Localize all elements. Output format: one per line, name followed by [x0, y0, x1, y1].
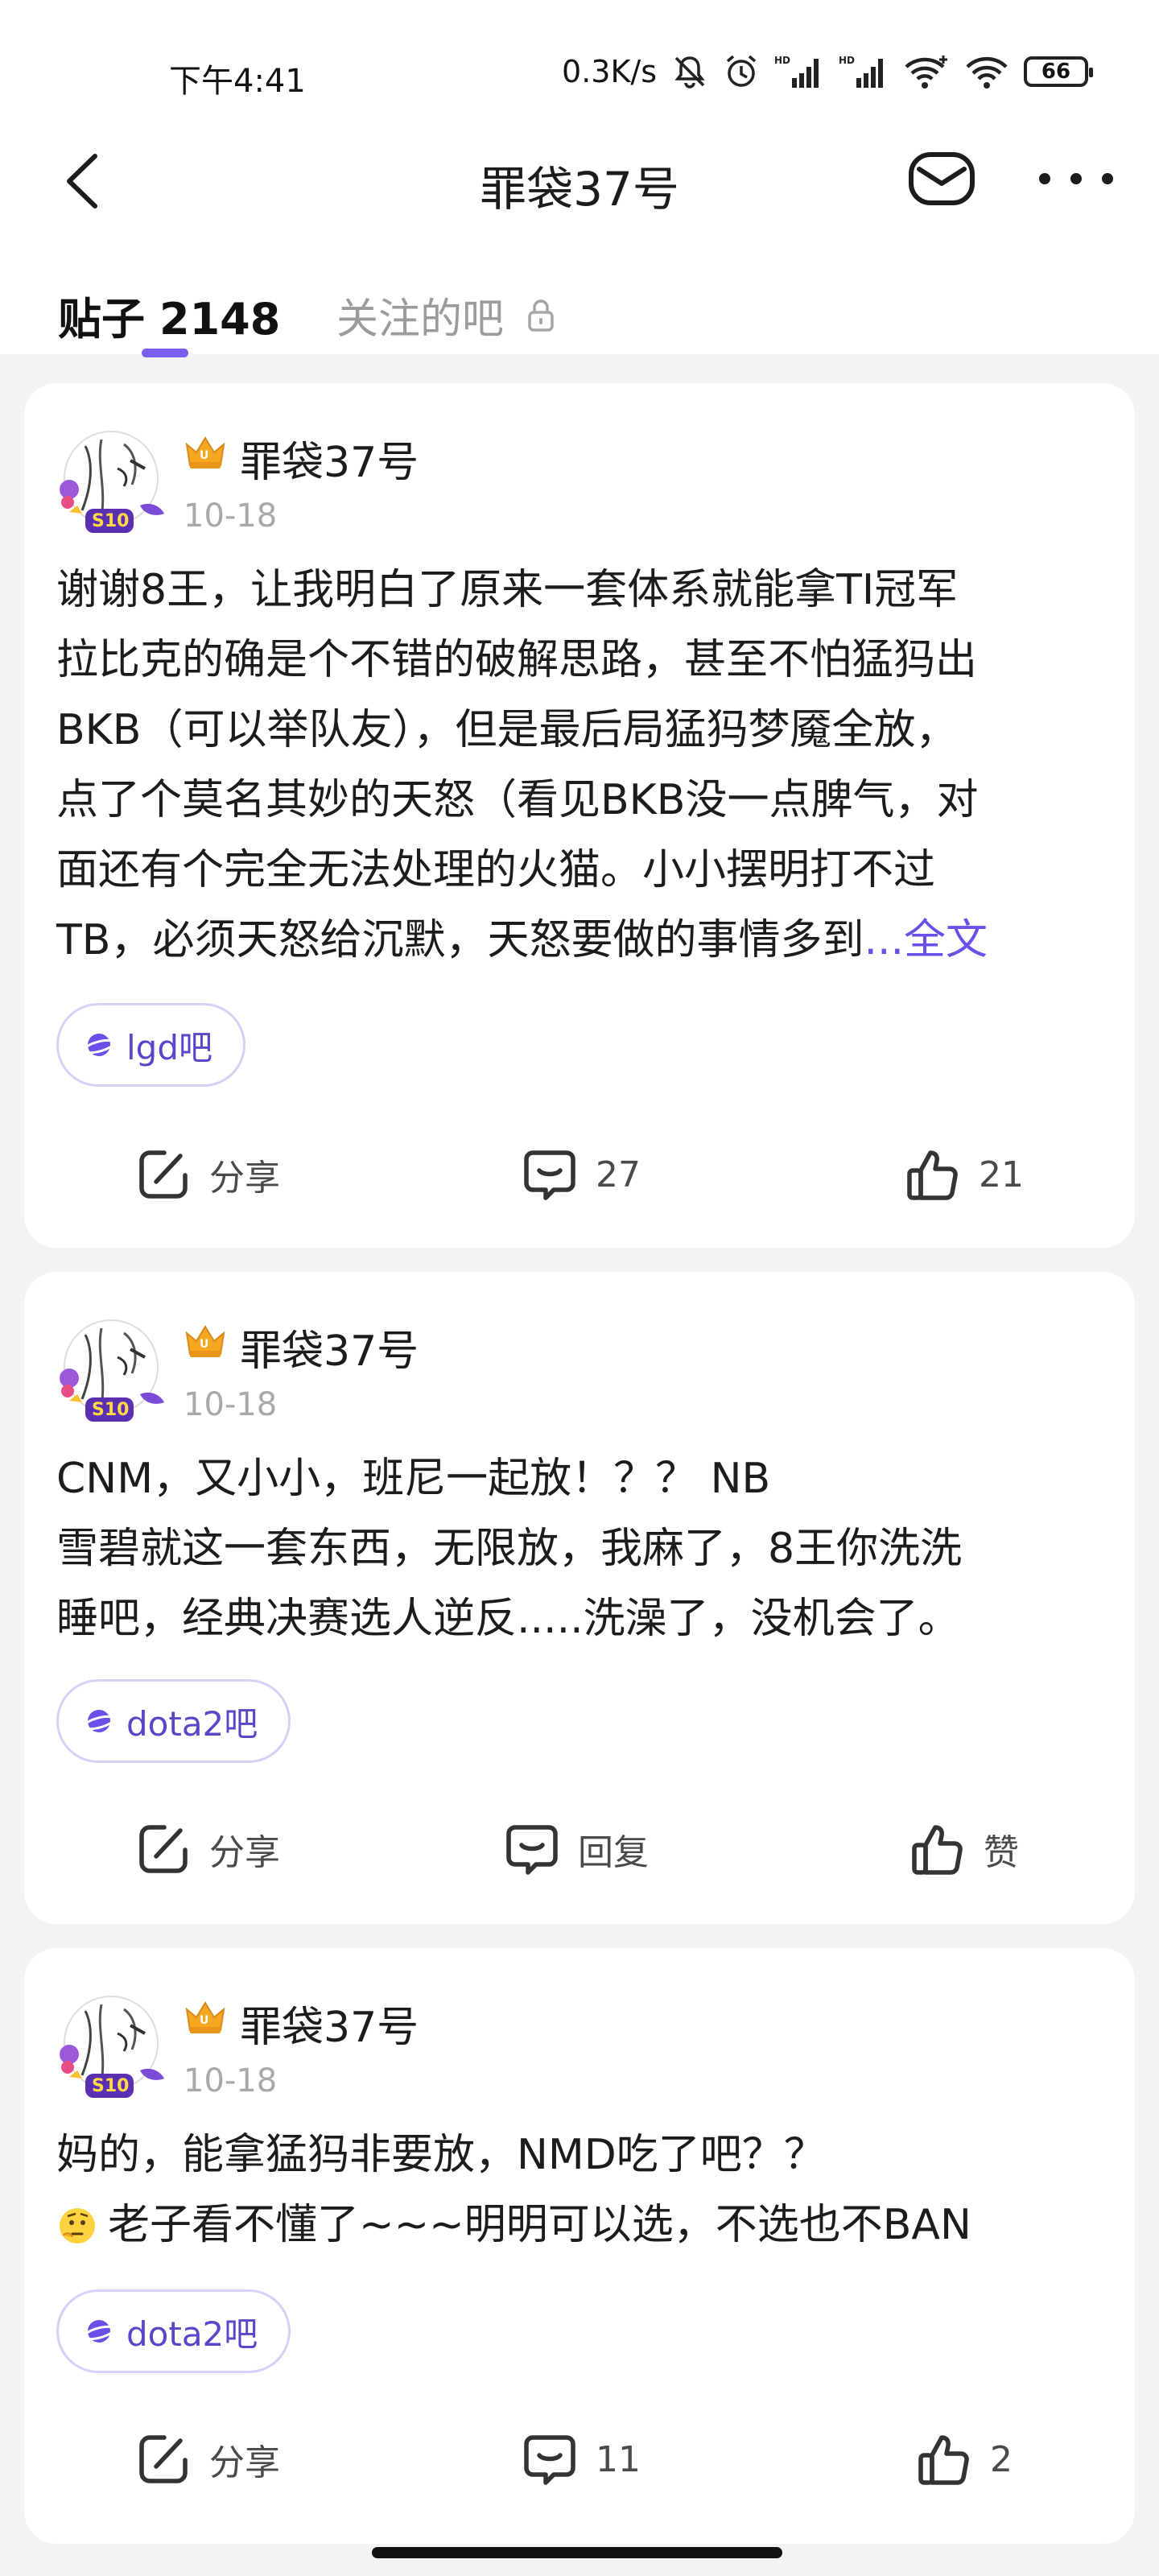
- reply-label: 回复: [578, 1832, 649, 1873]
- thumbs-up-icon: [907, 1150, 958, 1200]
- comment-icon: [524, 1150, 575, 1200]
- like-count: 2: [990, 2438, 1013, 2480]
- page-title: 罪袋37号: [480, 162, 679, 217]
- mail-icon[interactable]: [901, 138, 982, 219]
- battery-icon: 66: [1024, 56, 1093, 87]
- share-label: 分享: [209, 1158, 280, 1199]
- tab-bar: 贴子 2148 关注的吧: [0, 242, 1159, 357]
- post-text-line-2-text: 老子看不懂了~~~明明可以选，不选也不BAN: [108, 2201, 971, 2249]
- comment-icon: [506, 1825, 558, 1875]
- crown-badge-icon: U: [185, 2001, 225, 2033]
- post-actions: 分享 27 21: [24, 1138, 1135, 1211]
- author-name[interactable]: 罪袋37号: [240, 1317, 419, 1377]
- tab-posts-label: 贴子: [58, 294, 145, 345]
- svg-text:HD: HD: [839, 55, 855, 66]
- status-icons: 0.3K/s HD HD 66: [562, 53, 1093, 90]
- home-indicator[interactable]: [372, 2547, 782, 2558]
- post-text-line-2: 老子看不懂了~~~明明可以选，不选也不BAN: [56, 2190, 1111, 2260]
- svg-text:U: U: [200, 2014, 208, 2027]
- planet-icon: [83, 1034, 115, 1056]
- post-actions: 分享 11 2: [24, 2423, 1135, 2496]
- nav-bar: 罪袋37号: [0, 121, 1159, 242]
- svg-text:U: U: [200, 449, 208, 462]
- alarm-icon: [726, 55, 757, 87]
- share-label: 分享: [209, 1832, 280, 1873]
- status-bar: 下午4:41 0.3K/s HD HD 66: [0, 0, 1159, 121]
- thumbs-up-icon: [918, 2435, 969, 2485]
- post-date: 10-18: [184, 497, 278, 535]
- lock-icon: [528, 299, 554, 332]
- post-card[interactable]: S10 U 罪袋37号 10-18 妈的，能拿猛犸非要放，NMD吃了吧？？ 老子…: [24, 1948, 1135, 2544]
- forum-tag-label: lgd吧: [126, 1027, 212, 1067]
- planet-icon: [83, 2320, 115, 2343]
- like-button[interactable]: 赞: [909, 1813, 1019, 1885]
- tab-posts-count: 2148: [159, 294, 281, 345]
- svg-text:HD: HD: [774, 55, 790, 66]
- share-icon: [139, 2435, 188, 2483]
- share-button[interactable]: 分享: [135, 1813, 280, 1885]
- comment-button[interactable]: 27: [522, 1138, 641, 1211]
- thinking-emoji-icon: [60, 2208, 95, 2244]
- comment-button[interactable]: 11: [522, 2423, 641, 2496]
- text-ellipsis: ...: [864, 916, 905, 964]
- share-button[interactable]: 分享: [135, 1138, 280, 1211]
- post-card[interactable]: S10 U 罪袋37号 10-18 CNM，又小小，班尼一起放！？？ NB 雪碧…: [24, 1272, 1135, 1924]
- avatar[interactable]: S10: [53, 1993, 174, 2106]
- comment-count: 27: [596, 1154, 641, 1195]
- post-text: 谢谢8王，让我明白了原来一套体系就能拿TI冠军 拉比克的确是个不错的破解思路，甚…: [56, 566, 979, 964]
- like-label: 赞: [984, 1832, 1019, 1873]
- read-more-link[interactable]: 全文: [904, 916, 988, 964]
- more-options-icon[interactable]: [1032, 163, 1120, 195]
- crown-badge-icon: U: [185, 1325, 225, 1357]
- forum-tag-label: dota2吧: [126, 2314, 258, 2354]
- tab-posts[interactable]: 贴子 2148: [58, 283, 280, 347]
- forum-tag[interactable]: dota2吧: [56, 1679, 291, 1763]
- signal-hd-1-icon: HD: [774, 55, 819, 88]
- svg-text:S10: S10: [92, 511, 129, 531]
- share-icon: [139, 1150, 188, 1199]
- comment-count: 11: [596, 2438, 641, 2480]
- avatar[interactable]: S10: [53, 1317, 174, 1430]
- tab-followed-forums-label: 关注的吧: [336, 295, 505, 344]
- post-actions: 分享 回复 赞: [24, 1813, 1135, 1885]
- svg-text:S10: S10: [92, 1400, 129, 1420]
- post-date: 10-18: [184, 2062, 278, 2099]
- author-name[interactable]: 罪袋37号: [240, 428, 419, 489]
- like-button[interactable]: 2: [916, 2423, 1013, 2496]
- crown-badge-icon: U: [185, 436, 225, 469]
- post-text-line-1: 妈的，能拿猛犸非要放，NMD吃了吧？？: [56, 2131, 826, 2179]
- network-speed: 0.3K/s: [562, 54, 657, 89]
- forum-tag[interactable]: dota2吧: [56, 2289, 291, 2373]
- share-button[interactable]: 分享: [135, 2423, 280, 2496]
- wifi-icon: [966, 56, 1008, 89]
- svg-text:U: U: [200, 1338, 208, 1351]
- signal-hd-2-icon: HD: [839, 55, 883, 88]
- wifi-plus-icon: [905, 56, 947, 89]
- post-body[interactable]: CNM，又小小，班尼一起放！？？ NB 雪碧就这一套东西，无限放，我麻了，8王你…: [56, 1444, 1111, 1654]
- tab-followed-forums[interactable]: 关注的吧: [336, 285, 557, 345]
- avatar[interactable]: S10: [53, 428, 174, 541]
- author-name[interactable]: 罪袋37号: [240, 1993, 419, 2054]
- planet-icon: [83, 1710, 115, 1732]
- comment-icon: [524, 2435, 575, 2485]
- share-label: 分享: [209, 2442, 280, 2483]
- thumbs-up-icon: [912, 1825, 963, 1875]
- tab-active-indicator: [142, 349, 188, 357]
- post-text: CNM，又小小，班尼一起放！？？ NB 雪碧就这一套东西，无限放，我麻了，8王你…: [56, 1455, 963, 1643]
- mute-icon: [674, 56, 705, 89]
- share-icon: [139, 1825, 188, 1873]
- post-body[interactable]: 谢谢8王，让我明白了原来一套体系就能拿TI冠军 拉比克的确是个不错的破解思路，甚…: [56, 555, 1111, 976]
- forum-tag-label: dota2吧: [126, 1703, 258, 1744]
- status-time: 下午4:41: [169, 63, 306, 100]
- post-body[interactable]: 妈的，能拿猛犸非要放，NMD吃了吧？？ 老子看不懂了~~~明明可以选，不选也不B…: [56, 2120, 1111, 2260]
- forum-tag[interactable]: lgd吧: [56, 1003, 245, 1087]
- like-button[interactable]: 21: [905, 1138, 1024, 1211]
- reply-button[interactable]: 回复: [504, 1813, 649, 1885]
- like-count: 21: [979, 1154, 1024, 1195]
- svg-text:S10: S10: [92, 2076, 129, 2096]
- post-card[interactable]: S10 U 罪袋37号 10-18 谢谢8王，让我明白了原来一套体系就能拿TI冠…: [24, 383, 1135, 1248]
- post-date: 10-18: [184, 1386, 278, 1423]
